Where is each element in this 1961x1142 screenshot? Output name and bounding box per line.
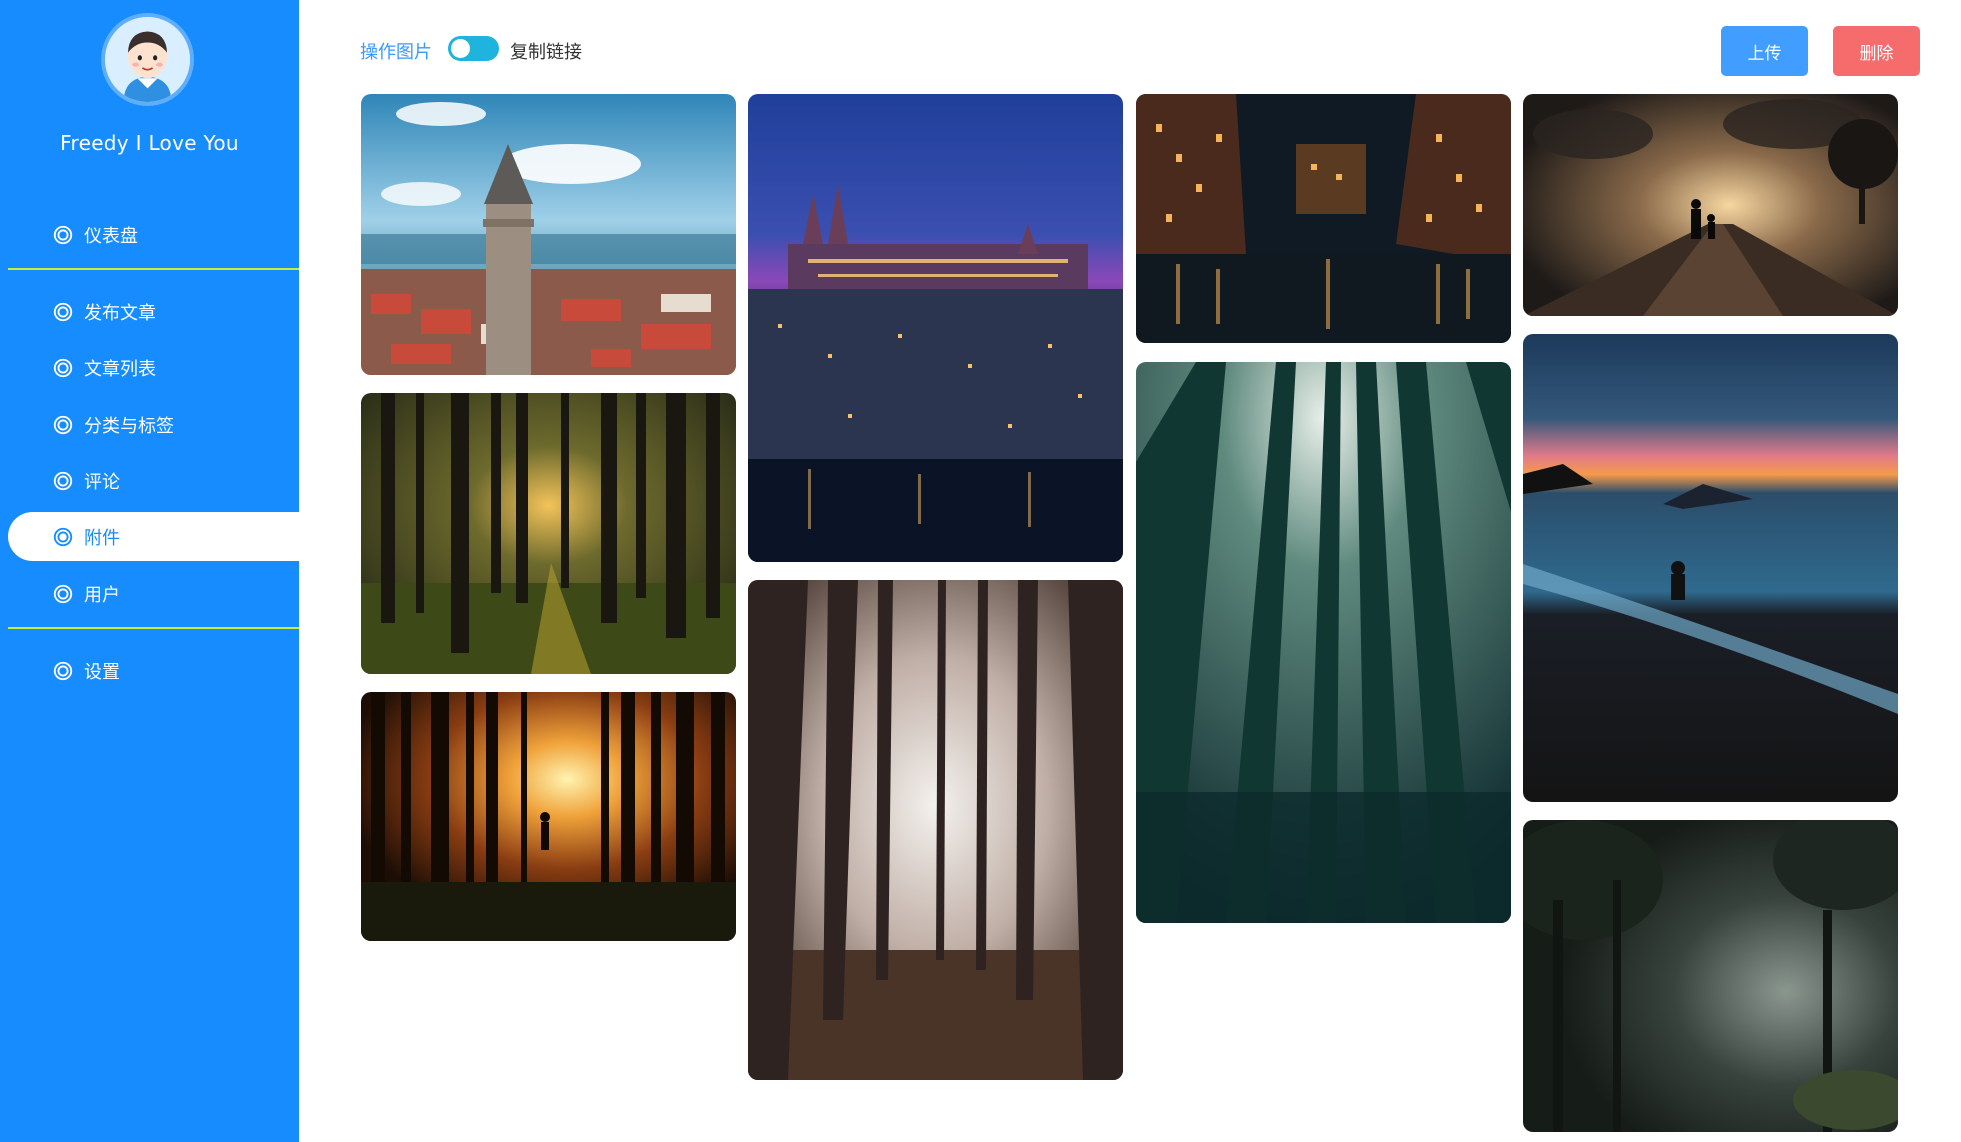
sidebar-item-dashboard[interactable]: 仪表盘: [8, 210, 299, 259]
photo-tall-trees-looking-up[interactable]: [1136, 362, 1511, 923]
sidebar-item-settings[interactable]: 设置: [8, 646, 299, 695]
sidebar-item-label: 用户: [84, 584, 120, 606]
toggle-knob: [451, 39, 470, 58]
avatar[interactable]: [101, 13, 194, 106]
photo-city-tower-aerial[interactable]: [361, 94, 736, 375]
circle-icon: [52, 660, 74, 682]
circle-icon: [52, 526, 74, 548]
sidebar-item-label: 分类与标签: [84, 415, 174, 437]
photo-canal-night-buildings[interactable]: [1136, 94, 1511, 343]
circle-icon: [52, 470, 74, 492]
sidebar-item-label: 设置: [84, 661, 120, 683]
photo-beach-sunset-person[interactable]: [1523, 334, 1898, 802]
circle-icon: [52, 224, 74, 246]
sidebar-item-label: 发布文章: [84, 302, 156, 324]
divider: [8, 627, 299, 629]
username: Freedy I Love You: [60, 131, 239, 155]
circle-icon: [52, 583, 74, 605]
photo-dark-jungle[interactable]: [1523, 820, 1898, 1132]
photo-castle-night-city[interactable]: [748, 94, 1123, 562]
sidebar-item-label: 评论: [84, 471, 120, 493]
upload-button[interactable]: 上传: [1721, 26, 1808, 76]
photo-forest-sunlight[interactable]: [361, 393, 736, 674]
circle-icon: [52, 414, 74, 436]
photo-misty-forest[interactable]: [748, 580, 1123, 1080]
avatar-cartoon-icon: [105, 17, 190, 102]
sidebar-item-label: 仪表盘: [84, 225, 138, 247]
sidebar-item-article-list[interactable]: 文章列表: [8, 343, 299, 392]
sidebar-item-publish-article[interactable]: 发布文章: [8, 287, 299, 336]
sidebar-item-label: 文章列表: [84, 358, 156, 380]
sidebar-item-users[interactable]: 用户: [8, 569, 299, 618]
circle-icon: [52, 357, 74, 379]
circle-icon: [52, 301, 74, 323]
sidebar-item-label: 附件: [84, 527, 120, 549]
operate-images-toggle[interactable]: [448, 36, 499, 61]
sidebar: Freedy I Love You 仪表盘 发布文章 文章列表 分类与标签 评论…: [0, 0, 299, 1142]
sidebar-item-comments[interactable]: 评论: [8, 456, 299, 505]
photo-railway-sunset-silhouette[interactable]: [1523, 94, 1898, 316]
photo-forest-silhouette-sunset[interactable]: [361, 692, 736, 941]
operate-images-label: 操作图片: [360, 42, 432, 63]
sidebar-item-attachments[interactable]: 附件: [8, 512, 299, 561]
copy-link-label: 复制链接: [510, 42, 582, 63]
divider: [8, 268, 299, 270]
delete-button[interactable]: 删除: [1833, 26, 1920, 76]
sidebar-item-categories-tags[interactable]: 分类与标签: [8, 400, 299, 449]
